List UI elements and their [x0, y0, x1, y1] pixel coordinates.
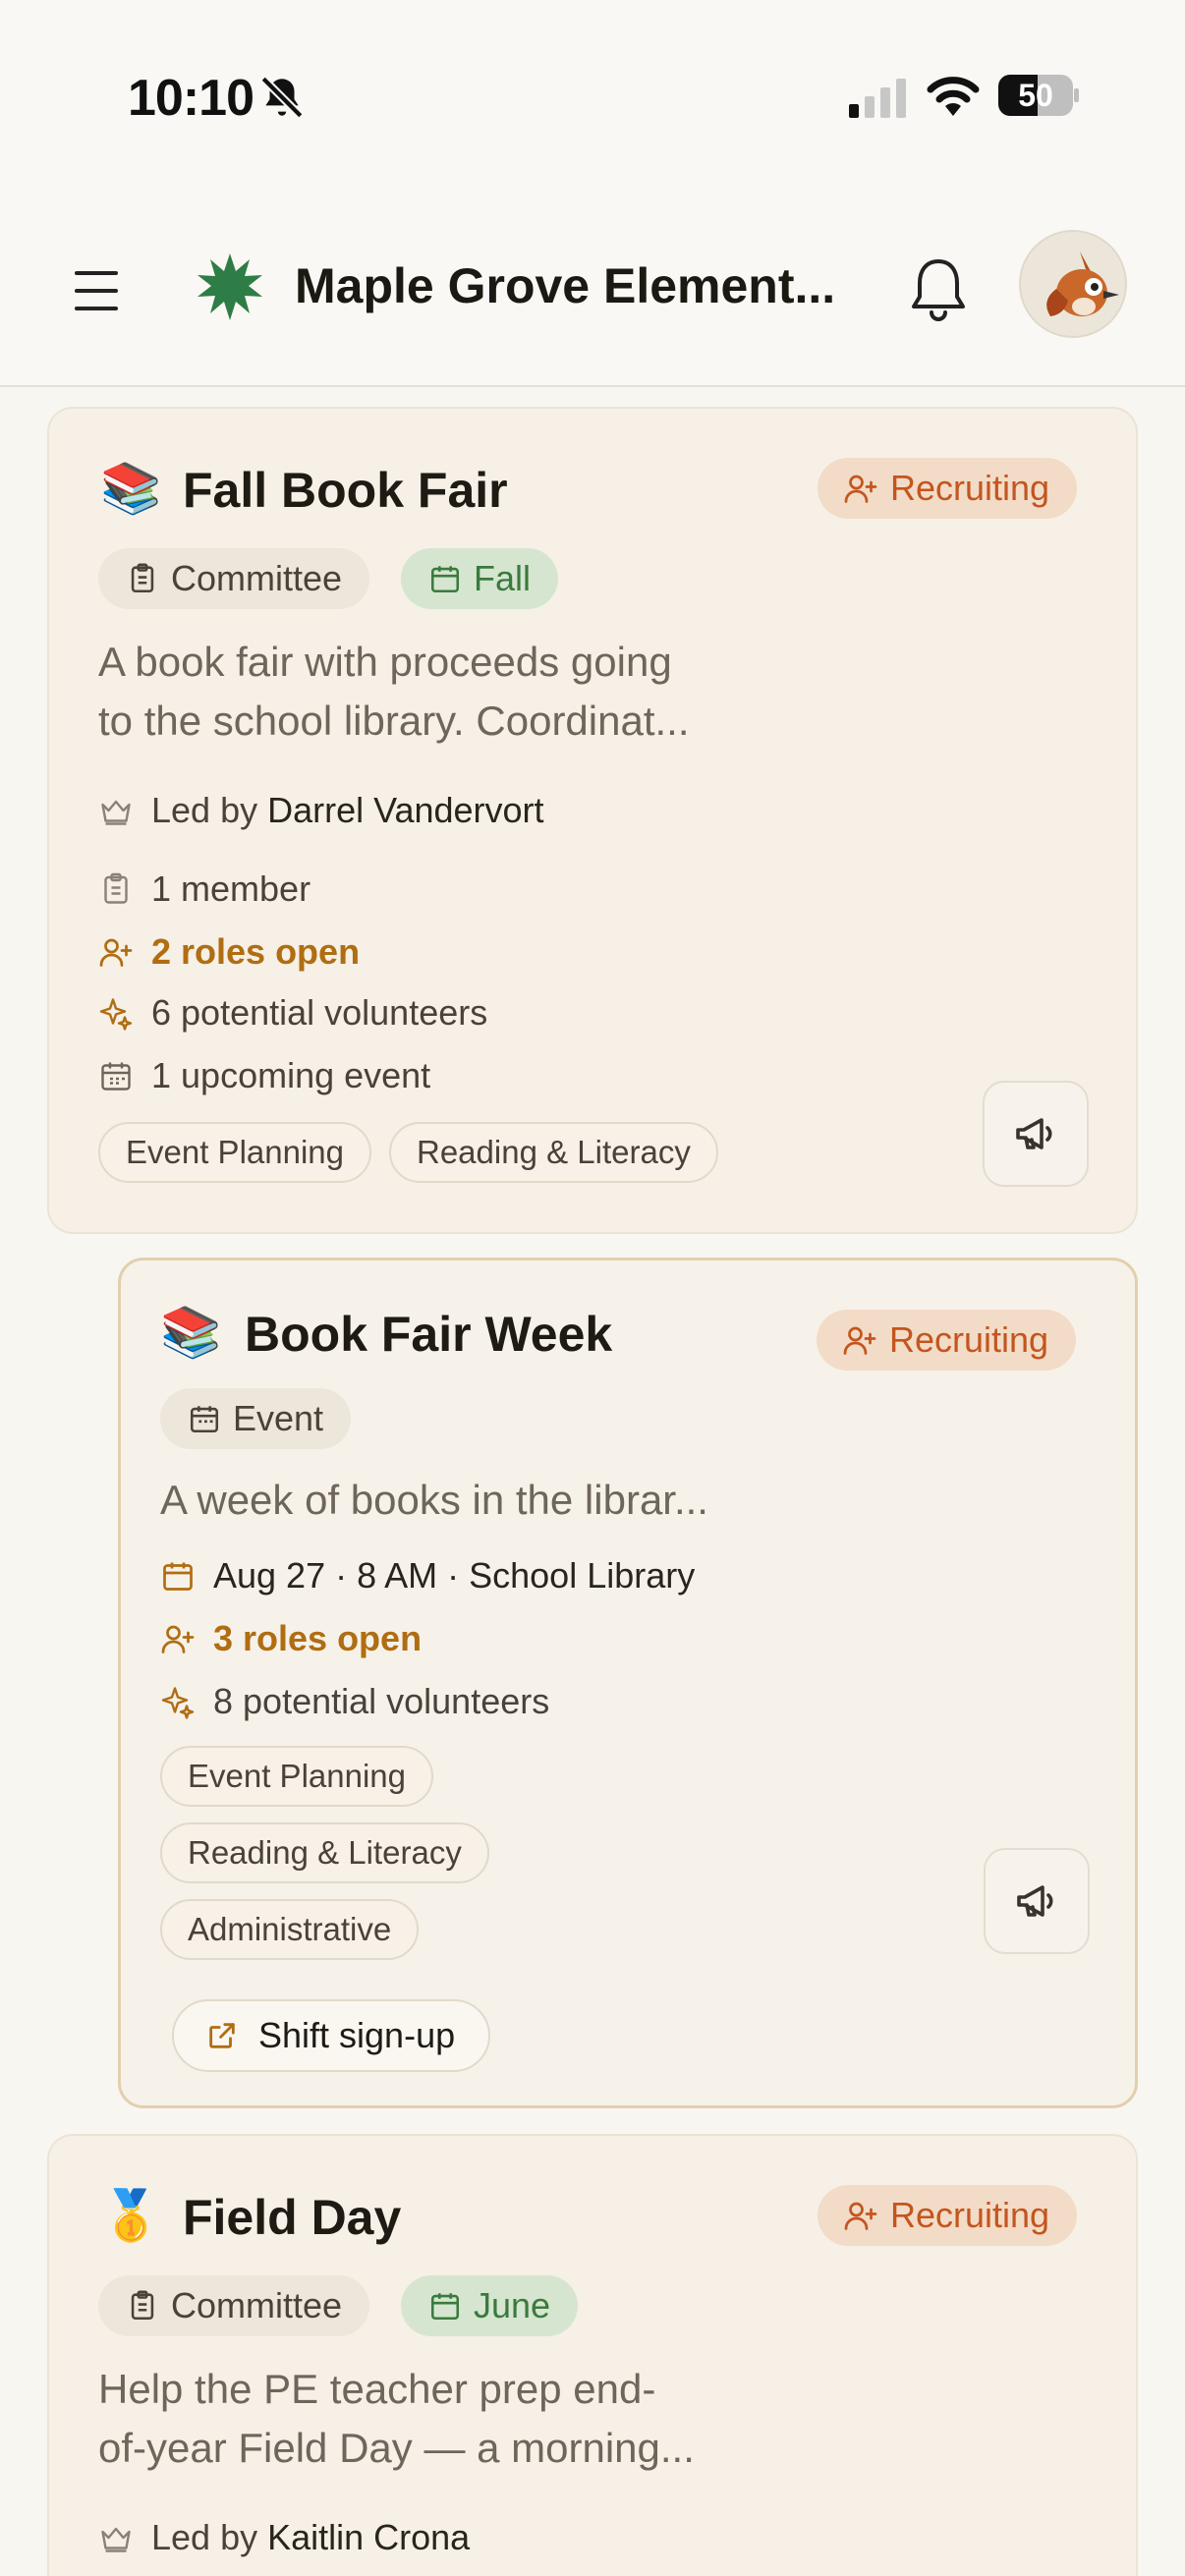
- avatar[interactable]: [1019, 230, 1127, 338]
- opportunity-card[interactable]: 🥇 Field Day Recruiting Committee June He…: [47, 2134, 1138, 2576]
- leader-row: Led by Kaitlin Crona: [98, 2517, 470, 2558]
- roles-open-row: 2 roles open: [98, 931, 360, 973]
- event-card[interactable]: 📚 Book Fair Week Recruiting Event A week…: [118, 1258, 1138, 2108]
- card-title: Fall Book Fair: [183, 463, 508, 518]
- leader-name: Kaitlin Crona: [267, 2517, 471, 2557]
- clipboard-icon: [131, 2290, 154, 2321]
- calendar-icon: [430, 2293, 460, 2321]
- calendar-icon: [163, 1562, 193, 1591]
- season-badge: June: [401, 2275, 579, 2336]
- status-badge: Recruiting: [817, 1310, 1077, 1371]
- card-title: Field Day: [183, 2190, 402, 2245]
- volunteers-row: 8 potential volunteers: [160, 1681, 549, 1722]
- wifi-icon: [927, 77, 980, 116]
- shift-signup-button[interactable]: Shift sign-up: [172, 1999, 491, 2072]
- volunteers-row: 6 potential volunteers: [98, 992, 487, 1034]
- crown-icon: [101, 800, 131, 825]
- bell-icon[interactable]: [904, 252, 973, 326]
- card-description: Help the PE teacher prep end- of-year Fi…: [98, 2366, 695, 2471]
- events-row: 1 upcoming event: [98, 1055, 430, 1096]
- external-link-icon: [209, 2023, 235, 2048]
- skill-tag: Administrative: [160, 1899, 420, 1960]
- bell-slash-icon: [260, 76, 304, 119]
- crown-icon: [101, 2527, 131, 2552]
- bird-mascot-icon: [1046, 252, 1119, 316]
- medal-emoji: 🥇: [100, 2188, 162, 2243]
- announce-button[interactable]: [983, 1081, 1089, 1187]
- type-badge: Committee: [98, 2275, 370, 2336]
- calendar-icon: [430, 566, 460, 593]
- type-badge: Event: [160, 1388, 352, 1449]
- user-plus-icon: [844, 2202, 877, 2230]
- skill-tag: Event Planning: [160, 1746, 433, 1807]
- calendar-icon: [190, 1406, 219, 1433]
- card-description: A book fair with proceeds going to the s…: [98, 639, 690, 744]
- type-badge: Committee: [98, 548, 370, 609]
- status-time: 10:10: [128, 70, 254, 127]
- user-plus-icon: [161, 1625, 195, 1653]
- clipboard-icon: [104, 872, 128, 904]
- skill-tag: Reading & Literacy: [389, 1122, 718, 1183]
- calendar-icon: [101, 1062, 131, 1091]
- status-badge: Recruiting: [818, 2185, 1078, 2246]
- battery-level: 50: [1018, 77, 1053, 113]
- user-plus-icon: [844, 475, 877, 503]
- leader-row: Led by Darrel Vandervort: [98, 790, 544, 831]
- maple-leaf-star-icon: [198, 253, 262, 320]
- card-description: A week of books in the librar...: [160, 1477, 708, 1523]
- skill-tag: Reading & Literacy: [160, 1822, 489, 1883]
- megaphone-icon: [1017, 1885, 1053, 1917]
- user-plus-icon: [843, 1326, 876, 1355]
- app-header: Maple Grove Element...: [0, 187, 1185, 387]
- skill-tag: Event Planning: [98, 1122, 371, 1183]
- event-datetime-row: Aug 27 · 8 AM · School Library: [160, 1555, 695, 1596]
- members-row: 1 member: [98, 868, 310, 910]
- battery-indicator: 50: [998, 75, 1079, 116]
- status-bar: 10:10 50: [0, 0, 1185, 187]
- hamburger-icon[interactable]: [69, 263, 132, 318]
- cellular-signal-icon: [849, 79, 906, 118]
- card-title: Book Fair Week: [245, 1307, 613, 1362]
- megaphone-icon: [1016, 1118, 1052, 1149]
- status-badge: Recruiting: [818, 458, 1078, 519]
- school-title: Maple Grove Element...: [295, 258, 836, 313]
- opportunity-card[interactable]: 📚 Fall Book Fair Recruiting Committee Fa…: [47, 407, 1138, 1234]
- books-emoji: 📚: [160, 1305, 222, 1360]
- roles-open-row: 3 roles open: [160, 1618, 422, 1659]
- user-plus-icon: [99, 938, 133, 967]
- sparkles-icon: [161, 1687, 195, 1719]
- season-badge: Fall: [401, 548, 559, 609]
- books-emoji: 📚: [100, 461, 162, 516]
- announce-button[interactable]: [984, 1848, 1090, 1954]
- clipboard-icon: [131, 563, 154, 593]
- sparkles-icon: [99, 998, 133, 1031]
- leader-name: Darrel Vandervort: [267, 790, 544, 830]
